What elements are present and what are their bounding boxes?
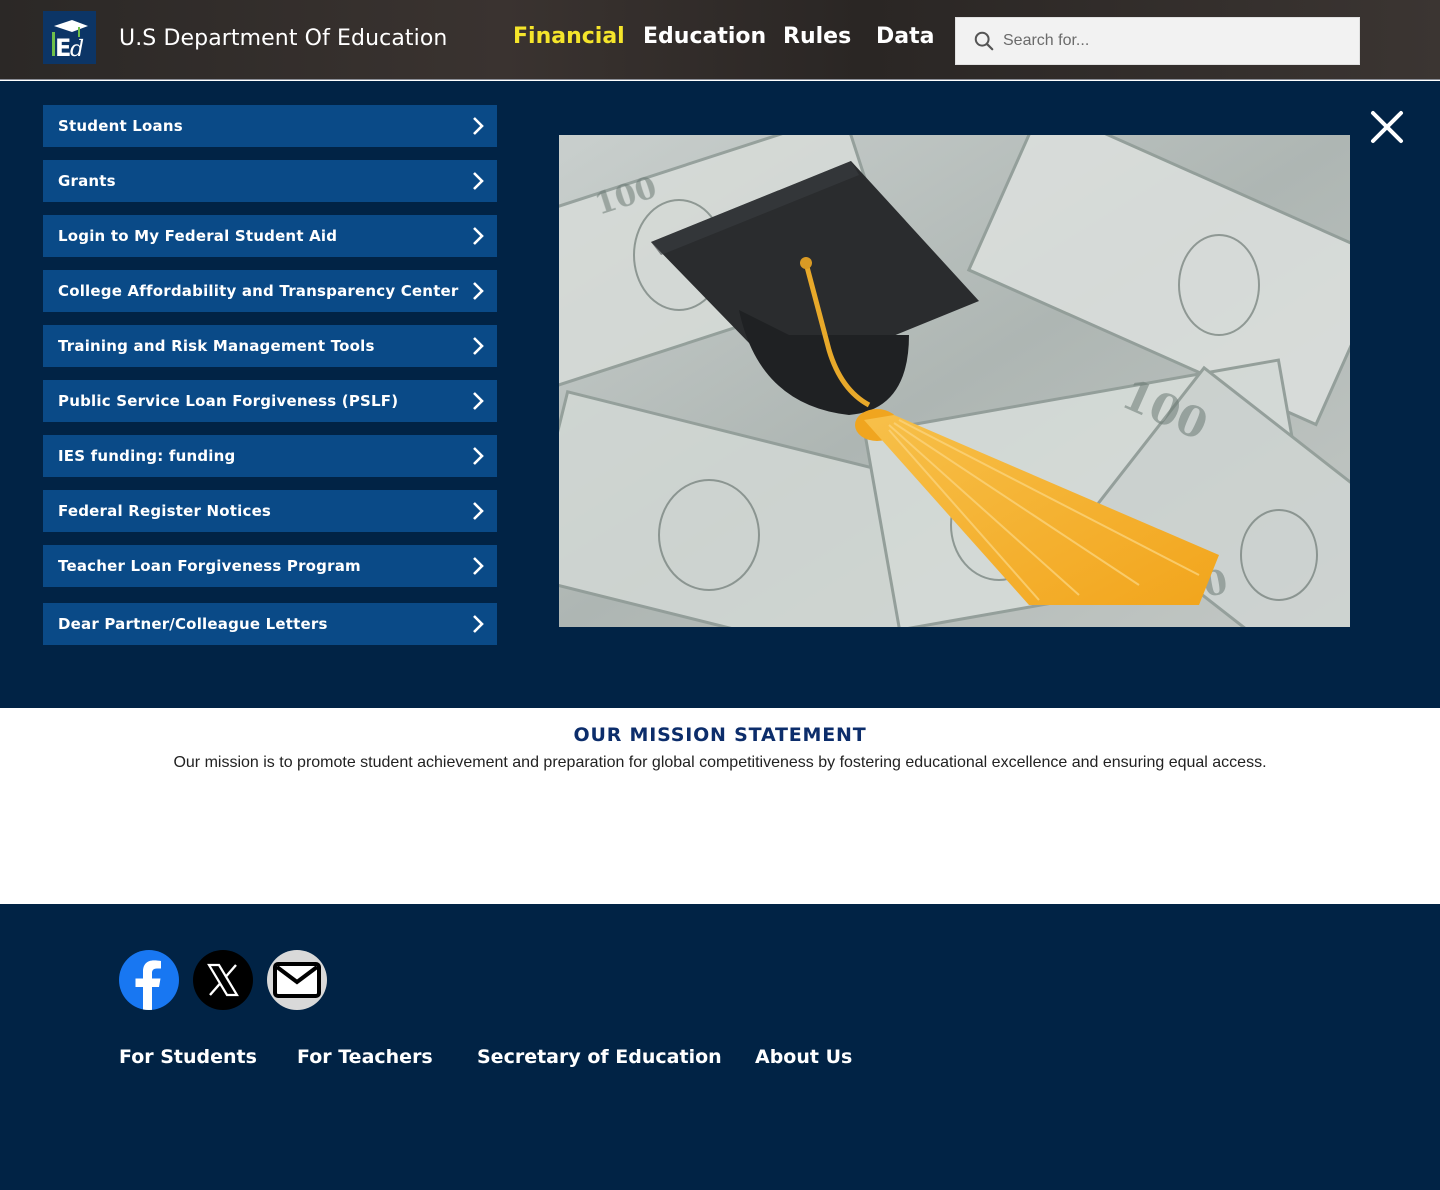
chevron-right-icon [473,447,484,465]
menu-item-label: Federal Register Notices [58,502,272,520]
chevron-right-icon [473,557,484,575]
menu-item-teacher-loan-forgiveness[interactable]: Teacher Loan Forgiveness Program [43,545,497,587]
nav-data[interactable]: Data [876,24,934,49]
chevron-right-icon [473,502,484,520]
x-icon[interactable] [193,950,253,1010]
menu-item-federal-register[interactable]: Federal Register Notices [43,490,497,532]
footer-link-secretary[interactable]: Secretary of Education [477,1046,722,1068]
close-icon[interactable] [1368,108,1406,146]
menu-item-training-tools[interactable]: Training and Risk Management Tools [43,325,497,367]
chevron-right-icon [473,337,484,355]
footer-link-for-students[interactable]: For Students [119,1046,257,1068]
svg-text:d: d [70,37,84,60]
hero-image-graduation-cap-money: 100 100 100 [559,135,1350,627]
email-icon[interactable] [267,950,327,1010]
menu-item-student-loans[interactable]: Student Loans [43,105,497,147]
menu-item-label: Public Service Loan Forgiveness (PSLF) [58,392,399,410]
site-header: E d U.S Department Of Education Financia… [0,0,1440,80]
menu-item-grants[interactable]: Grants [43,160,497,202]
menu-item-label: College Affordability and Transparency C… [58,282,459,300]
mission-title: OUR MISSION STATEMENT [573,724,867,746]
chevron-right-icon [473,227,484,245]
menu-item-label: Student Loans [58,117,183,135]
menu-item-college-affordability[interactable]: College Affordability and Transparency C… [43,270,497,312]
chevron-right-icon [473,117,484,135]
menu-item-pslf[interactable]: Public Service Loan Forgiveness (PSLF) [43,380,497,422]
ed-logo-icon[interactable]: E d [43,11,96,64]
menu-item-dear-colleague[interactable]: Dear Partner/Colleague Letters [43,603,497,645]
menu-item-login-fsa[interactable]: Login to My Federal Student Aid [43,215,497,257]
footer-link-about-us[interactable]: About Us [755,1046,852,1068]
chevron-right-icon [473,615,484,633]
chevron-right-icon [473,282,484,300]
search-input[interactable] [1003,18,1353,64]
facebook-icon[interactable] [119,950,179,1010]
chevron-right-icon [473,172,484,190]
chevron-right-icon [473,392,484,410]
search-icon[interactable] [973,30,995,52]
menu-item-label: Teacher Loan Forgiveness Program [58,557,361,575]
nav-financial[interactable]: Financial [513,24,625,49]
site-footer: For Students For Teachers Secretary of E… [0,904,1440,1190]
nav-rules[interactable]: Rules [783,24,851,49]
nav-education[interactable]: Education [643,24,766,49]
mission-text: Our mission is to promote student achiev… [173,754,1267,771]
financial-mega-menu: Student Loans Grants Login to My Federal… [0,81,1440,708]
menu-item-label: Login to My Federal Student Aid [58,227,338,245]
menu-item-label: Dear Partner/Colleague Letters [58,615,328,633]
menu-item-label: Grants [58,172,116,190]
search-box [955,17,1360,65]
menu-item-label: Training and Risk Management Tools [58,337,375,355]
svg-text:E: E [55,34,71,60]
menu-item-label: IES funding: funding [58,447,236,465]
footer-link-for-teachers[interactable]: For Teachers [297,1046,433,1068]
site-title[interactable]: U.S Department Of Education [119,26,447,51]
menu-item-ies-funding[interactable]: IES funding: funding [43,435,497,477]
